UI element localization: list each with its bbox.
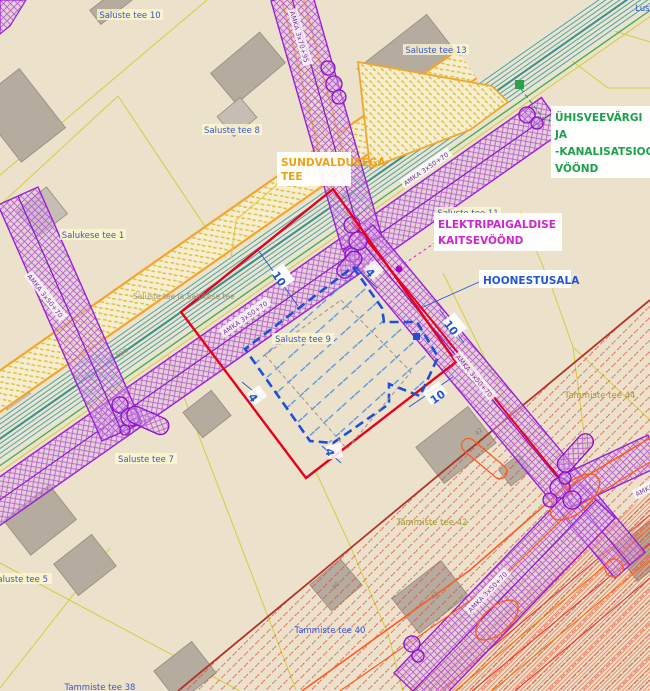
yhisveevark-label-line4: VÖÖND — [555, 161, 599, 175]
road-name: Saluste tee ja Salukese tee — [133, 292, 235, 301]
elektripaigaldise-label-line1: ELEKTRIPAIGALDISE — [438, 219, 556, 231]
parcel-label: Saluste tee 10 — [99, 11, 160, 21]
parcel-label: Tammiste tee 44 — [564, 391, 636, 401]
parcel-label: Saluste tee 5 — [0, 575, 48, 585]
map-canvas: AMKA 3x50+70 AMKA 3x50+70 AMKA 3x70+95 A… — [0, 0, 650, 691]
yhisveevark-label-line1: ÜHISVEEVÄRGI — [555, 110, 642, 124]
parcel-label: Tammiste tee 42 — [396, 518, 468, 528]
parcel-label: Saluste tee 9 — [275, 335, 331, 345]
water-point-icon — [515, 80, 524, 89]
parcel-label: Saluste tee 8 — [204, 126, 260, 136]
sundvaldusega-label-line2: TEE — [281, 171, 303, 183]
sundvaldusega-label-line1: SUNDVALDUSEGA — [281, 157, 386, 169]
yhisveevark-label-line3: -KANALISATSIOONI — [555, 146, 650, 158]
parcel-label: Tammiste tee 40 — [294, 626, 366, 636]
elektripaigaldise-label-line2: KAITSEVÖÖND — [438, 233, 524, 247]
connection-point-blue — [413, 333, 420, 340]
yhisveevark-label-line2: JA — [554, 129, 568, 141]
parcel-label: Saluste tee 13 — [405, 46, 466, 56]
planning-map: AMKA 3x50+70 AMKA 3x50+70 AMKA 3x70+95 A… — [0, 0, 650, 691]
hoonestusala-label: HOONESTUSALA — [483, 275, 580, 287]
parcel-label: Lust — [635, 4, 650, 14]
parcel-label: Salukese tee 1 — [62, 231, 124, 241]
parcel-label: Tammiste tee 38 — [64, 683, 136, 691]
parcel-label: Saluste tee 7 — [118, 455, 174, 465]
connection-point-purple — [396, 266, 403, 273]
